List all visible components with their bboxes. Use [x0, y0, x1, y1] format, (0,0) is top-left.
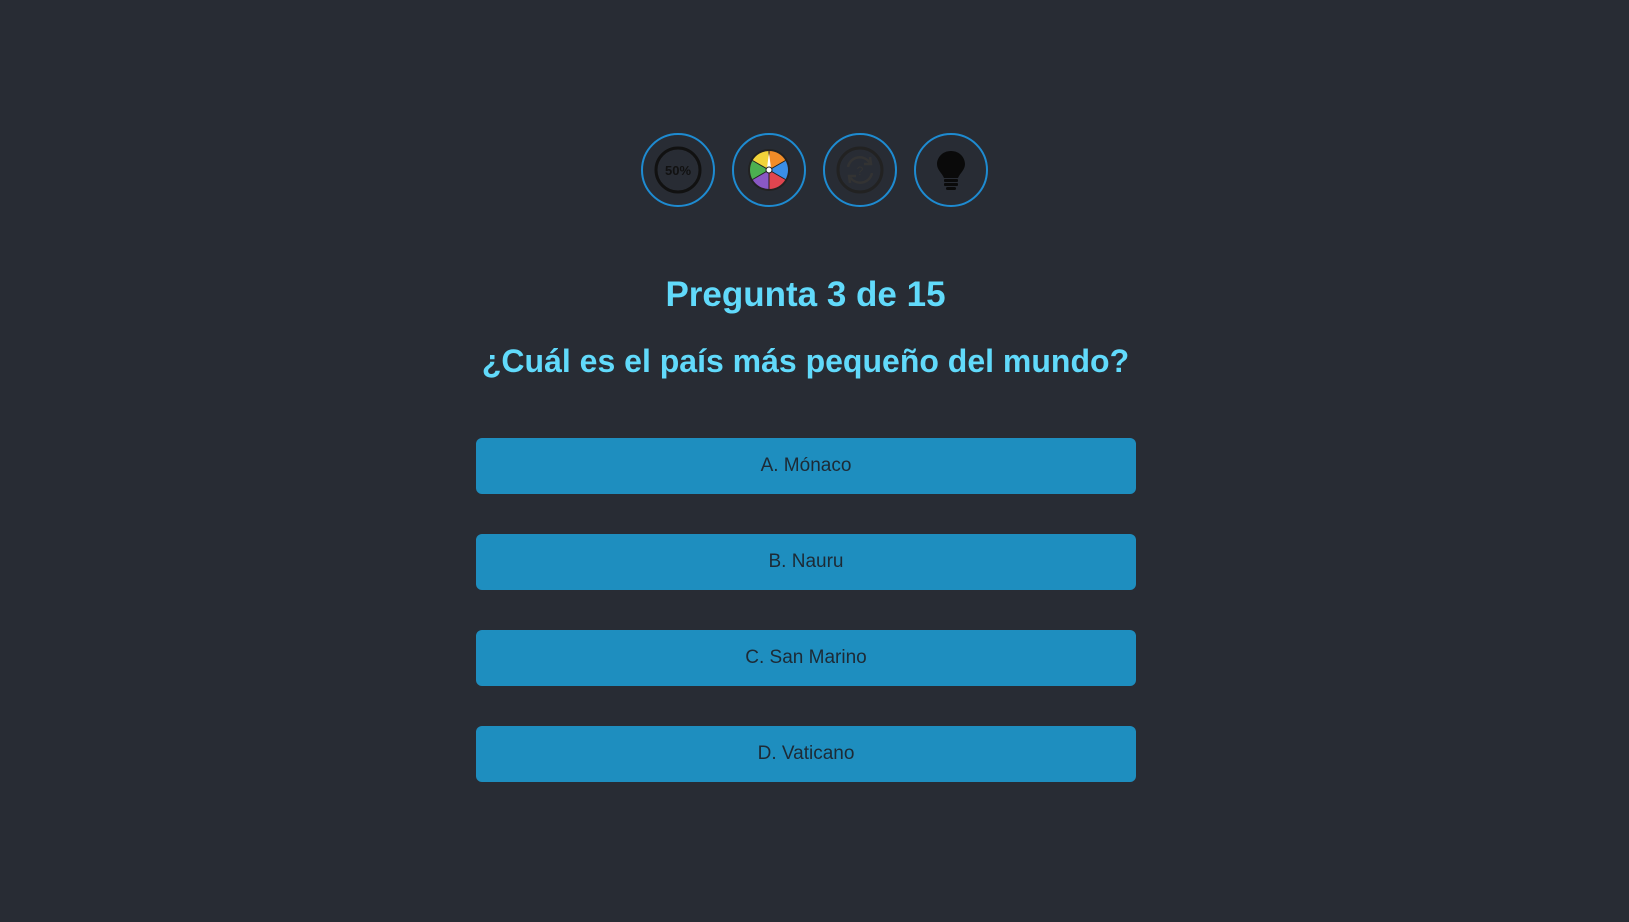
answer-b-button[interactable]: B. Nauru [476, 534, 1136, 590]
svg-text:?: ? [857, 164, 864, 178]
hint-lifeline-button[interactable] [914, 133, 988, 207]
quiz-page: 50% ? Pregunta 3 de 15 ¿Cuál es el país … [0, 0, 1629, 922]
fifty-percent-icon: 50% [653, 145, 703, 195]
lifelines-bar: 50% ? [0, 133, 1629, 207]
wheel-lifeline-button[interactable] [732, 133, 806, 207]
lightbulb-icon [931, 148, 971, 192]
answer-list: A. Mónaco B. Nauru C. San Marino D. Vati… [476, 438, 1136, 822]
refresh-question-icon: ? [835, 145, 885, 195]
answer-c-button[interactable]: C. San Marino [476, 630, 1136, 686]
answer-d-button[interactable]: D. Vaticano [476, 726, 1136, 782]
change-question-lifeline-button[interactable]: ? [823, 133, 897, 207]
fifty-percent-label: 50% [665, 163, 691, 178]
color-wheel-icon [747, 148, 791, 192]
question-counter: Pregunta 3 de 15 [665, 275, 946, 314]
fifty-fifty-lifeline-button[interactable]: 50% [641, 133, 715, 207]
answer-a-button[interactable]: A. Mónaco [476, 438, 1136, 494]
question-text: ¿Cuál es el país más pequeño del mundo? [481, 343, 1130, 379]
